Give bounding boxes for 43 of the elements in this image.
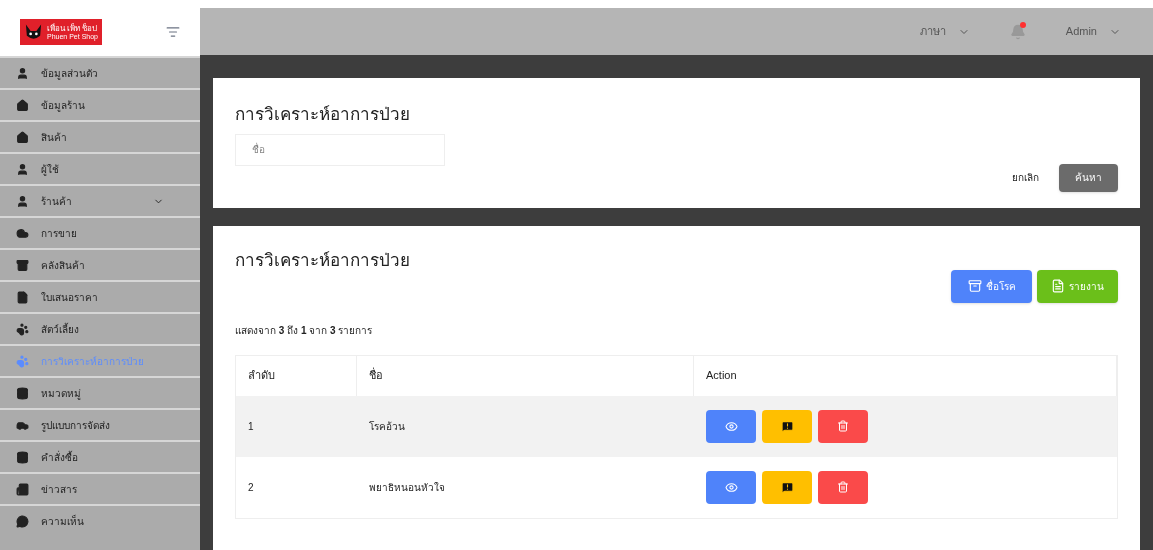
language-dropdown[interactable]: ภาษา <box>919 23 970 40</box>
menu-toggle-icon[interactable] <box>166 25 180 39</box>
message-icon <box>780 480 794 494</box>
home-icon <box>16 98 29 112</box>
paw-icon <box>16 322 29 336</box>
column-header: ลำดับ <box>236 355 357 396</box>
table-cell-text: โรคอ้วน <box>368 419 406 434</box>
name-field[interactable]: ชื่อ <box>235 133 445 166</box>
column-header: Action <box>694 355 1117 396</box>
table-cell-text: 2 <box>247 480 255 495</box>
trash-icon <box>837 481 849 493</box>
chat-icon <box>16 514 29 528</box>
bell-icon[interactable] <box>1009 23 1026 40</box>
table-cell-text: 1 <box>247 419 255 434</box>
delete-button[interactable] <box>818 409 868 443</box>
message-icon <box>780 419 794 433</box>
delete-button[interactable] <box>818 470 868 504</box>
dog-icon <box>24 22 43 42</box>
trash-icon <box>837 420 849 432</box>
user-icon <box>16 194 29 208</box>
card-title: การวิเคราะห์อาการป่วย <box>235 250 411 272</box>
toolbar-button[interactable]: ชื่อโรค <box>951 269 1032 303</box>
eye-icon <box>724 480 738 494</box>
logo-title: เพื่อน เพ็ท ช็อป <box>47 24 98 33</box>
view-button[interactable] <box>706 409 756 443</box>
user-icon <box>16 66 29 80</box>
document-icon <box>1051 279 1065 293</box>
cloud-icon <box>16 226 29 240</box>
edit-button[interactable] <box>762 470 812 504</box>
file-icon <box>16 290 29 304</box>
eye-icon <box>724 419 738 433</box>
column-header: ชื่อ <box>357 355 694 396</box>
card-title: การวิเคราะห์อาการป่วย <box>235 104 411 126</box>
edit-button[interactable] <box>762 409 812 443</box>
user-dropdown[interactable]: Admin <box>1065 23 1121 40</box>
result-summary: แสดงจาก 3 ถึง 1 จาก 3 รายการ <box>235 323 374 338</box>
cancel-button[interactable]: ยกเลิก <box>1012 170 1039 185</box>
search-button[interactable]: ค้นหา <box>1059 163 1118 192</box>
home-icon <box>16 130 29 144</box>
table-cell-text: พยาธิหนอนหัวใจ <box>368 480 446 495</box>
view-button[interactable] <box>706 470 756 504</box>
paw-icon <box>16 354 29 368</box>
user-icon <box>16 162 29 176</box>
